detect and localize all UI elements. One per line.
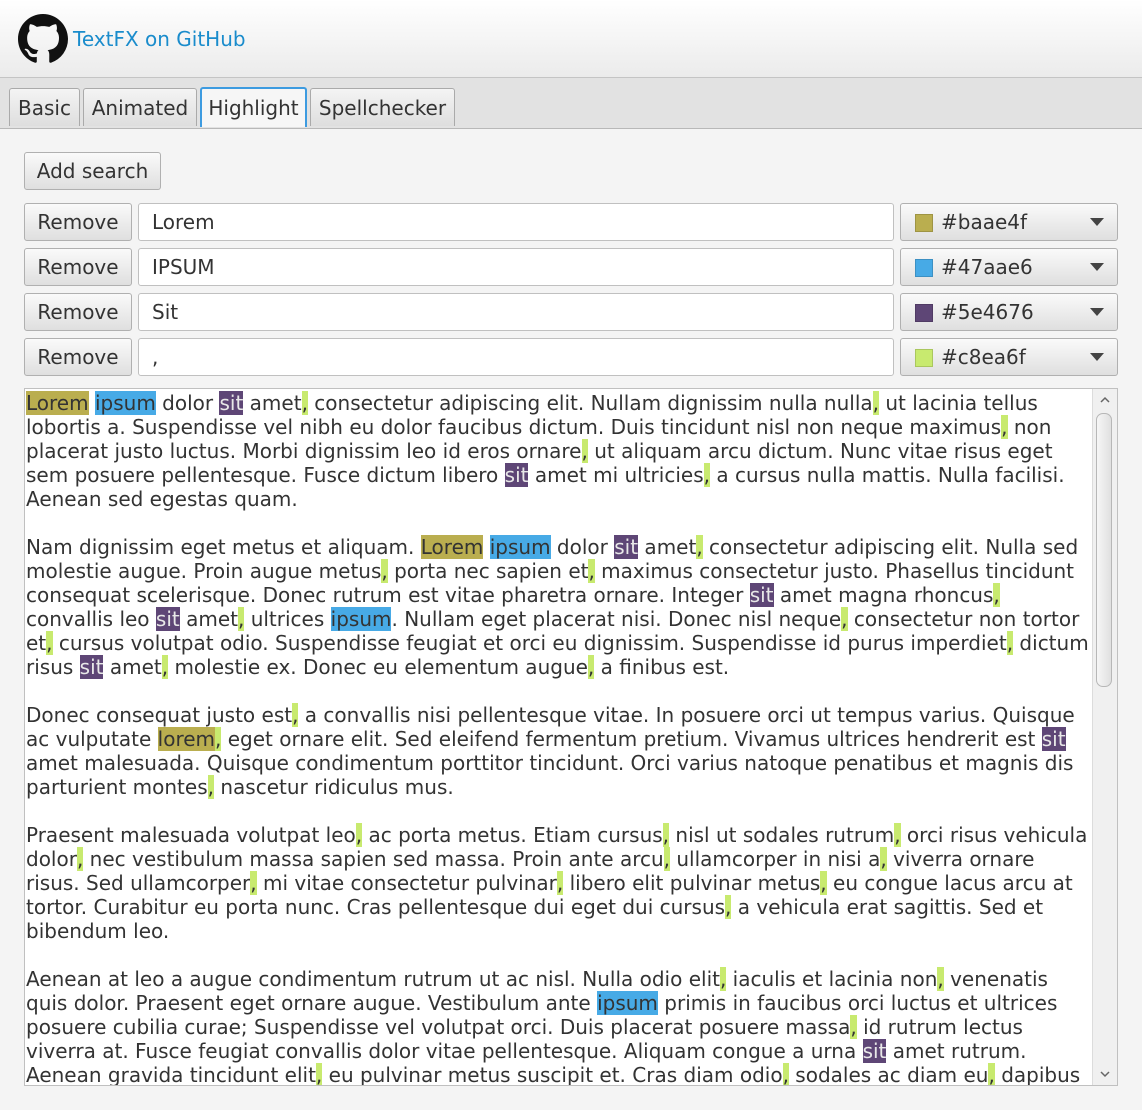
remove-button[interactable]: Remove <box>24 248 132 286</box>
color-value: #47aae6 <box>941 255 1033 279</box>
search-highlight: , <box>250 871 257 895</box>
text-paragraph: Aenean at leo a augue condimentum rutrum… <box>26 967 1081 1086</box>
search-highlight: , <box>872 391 880 415</box>
search-highlight: , <box>880 847 887 871</box>
highlighted-text-area[interactable]: Lorem ipsum dolor sit amet, consectetur … <box>24 388 1118 1086</box>
search-highlight: sit <box>614 535 639 559</box>
color-value: #5e4676 <box>941 300 1034 324</box>
search-highlight: sit <box>862 1039 887 1063</box>
search-highlight: , <box>1006 631 1014 655</box>
search-highlight: , <box>850 1015 857 1039</box>
tab-basic[interactable]: Basic <box>9 88 80 126</box>
search-highlight: , <box>161 655 169 679</box>
color-picker[interactable]: #baae4f <box>900 203 1118 241</box>
scrollbar-thumb[interactable] <box>1096 413 1112 687</box>
search-highlight: , <box>46 631 53 655</box>
search-highlight: , <box>381 559 388 583</box>
color-swatch <box>915 304 933 322</box>
text-paragraph: Lorem ipsum dolor sit amet, consectetur … <box>26 391 1065 511</box>
color-picker[interactable]: #5e4676 <box>900 293 1118 331</box>
chevron-down-icon <box>1090 353 1104 361</box>
search-highlight: lorem <box>157 727 216 751</box>
search-highlight: , <box>207 775 214 799</box>
search-highlight: , <box>782 1063 789 1086</box>
search-highlight: , <box>587 655 595 679</box>
search-highlight: sit <box>1041 727 1066 751</box>
search-highlight: ipsum <box>489 535 551 559</box>
search-highlight: sit <box>155 607 180 631</box>
search-highlight: ipsum <box>330 607 392 631</box>
chevron-down-icon <box>1090 263 1104 271</box>
search-highlight: ipsum <box>597 991 658 1015</box>
tab-animated[interactable]: Animated <box>83 88 197 126</box>
search-highlight: , <box>556 871 564 895</box>
search-highlight: , <box>894 823 901 847</box>
text-paragraph: Nam dignissim eget metus et aliquam. Lor… <box>26 535 1089 679</box>
search-highlight: , <box>696 535 703 559</box>
search-highlight: Lorem <box>26 391 89 415</box>
text-content: Lorem ipsum dolor sit amet, consectetur … <box>26 391 1092 1086</box>
add-search-button[interactable]: Add search <box>24 152 161 190</box>
search-highlight: , <box>215 727 222 751</box>
color-swatch <box>915 259 933 277</box>
search-highlight: , <box>292 703 299 727</box>
text-paragraph: Praesent malesuada volutpat leo, ac port… <box>26 823 1088 943</box>
remove-button[interactable]: Remove <box>24 293 132 331</box>
search-term-input[interactable] <box>138 203 894 241</box>
search-highlight: , <box>237 607 245 631</box>
search-highlight: , <box>581 439 588 463</box>
scroll-down-arrow-icon[interactable] <box>1098 1067 1112 1081</box>
search-term-input[interactable] <box>138 293 894 331</box>
color-value: #baae4f <box>941 210 1028 234</box>
remove-button[interactable]: Remove <box>24 203 132 241</box>
search-highlight: sit <box>79 655 104 679</box>
search-highlight: sit <box>219 391 244 415</box>
search-highlight: , <box>703 463 710 487</box>
tab-highlight[interactable]: Highlight <box>200 87 307 127</box>
color-value: #c8ea6f <box>941 345 1026 369</box>
search-highlight: Lorem <box>420 535 484 559</box>
search-term-input[interactable] <box>138 248 894 286</box>
search-highlight: , <box>588 559 595 583</box>
tab-spellchecker[interactable]: Spellchecker <box>310 88 455 126</box>
color-picker[interactable]: #47aae6 <box>900 248 1118 286</box>
chevron-down-icon <box>1090 308 1104 316</box>
search-highlight: , <box>663 847 671 871</box>
search-term-input[interactable] <box>138 338 894 376</box>
vertical-scrollbar[interactable] <box>1092 389 1117 1085</box>
scroll-up-arrow-icon[interactable] <box>1098 393 1112 407</box>
text-paragraph: Donec consequat justo est, a convallis n… <box>26 703 1075 799</box>
search-highlight: , <box>719 967 727 991</box>
search-highlight: , <box>988 1063 995 1086</box>
search-highlight: , <box>355 823 363 847</box>
color-swatch <box>915 214 933 232</box>
search-highlight: , <box>1001 415 1008 439</box>
search-highlight: , <box>76 847 84 871</box>
search-highlight: , <box>937 967 944 991</box>
color-swatch <box>915 349 933 367</box>
tab-bar: Basic Animated Highlight Spellchecker <box>0 78 1142 129</box>
search-highlight: sit <box>504 463 529 487</box>
search-highlight: , <box>315 1063 323 1086</box>
github-icon[interactable] <box>18 14 68 64</box>
search-highlight: , <box>993 583 1000 607</box>
remove-button[interactable]: Remove <box>24 338 132 376</box>
search-highlight: sit <box>749 583 774 607</box>
search-highlight: , <box>725 895 732 919</box>
search-highlight: , <box>841 607 848 631</box>
search-highlight: , <box>662 823 670 847</box>
app-header: TextFX on GitHub <box>0 0 1142 78</box>
chevron-down-icon <box>1090 218 1104 226</box>
github-link[interactable]: TextFX on GitHub <box>73 27 246 51</box>
search-highlight: , <box>301 391 308 415</box>
search-highlight: , <box>820 871 827 895</box>
color-picker[interactable]: #c8ea6f <box>900 338 1118 376</box>
search-highlight: ipsum <box>94 391 156 415</box>
